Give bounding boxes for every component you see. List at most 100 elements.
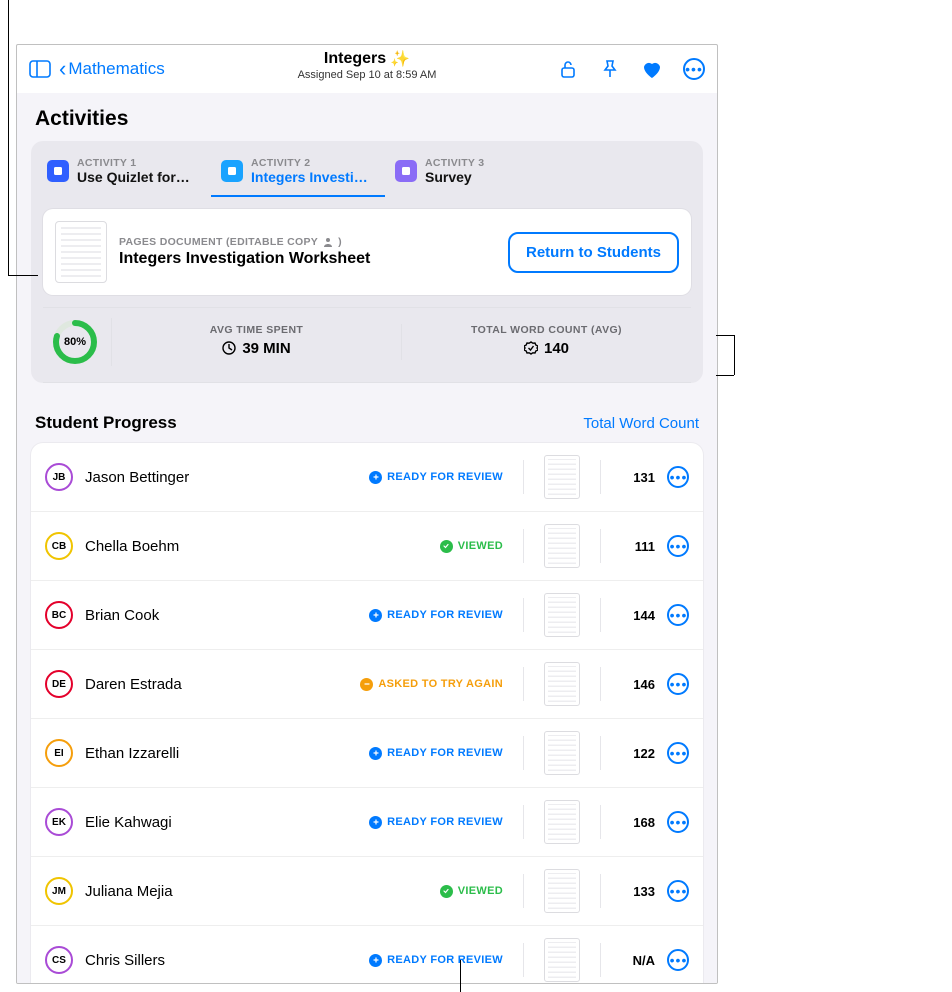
student-name: Daren Estrada [85,676,348,693]
activity-tab-3[interactable]: ACTIVITY 3 Survey [385,151,559,197]
page-title: Integers [324,50,386,68]
submission-thumbnail-icon[interactable] [544,455,580,499]
summary-stats: 80% AVG TIME SPENT 39 MIN TOTAL WORD COU… [43,307,691,383]
submission-thumbnail-icon[interactable] [544,593,580,637]
word-count: 131 [621,470,655,485]
submission-thumbnail-icon[interactable] [544,800,580,844]
student-name: Jason Bettinger [85,469,357,486]
student-row[interactable]: JB Jason Bettinger READY FOR REVIEW 131 … [31,443,703,512]
status-dot-icon [369,747,382,760]
student-row[interactable]: DE Daren Estrada ASKED TO TRY AGAIN 146 … [31,650,703,719]
status-dot-icon [369,816,382,829]
activities-heading: Activities [17,93,717,141]
word-count: N/A [621,953,655,968]
submission-status: ASKED TO TRY AGAIN [360,678,503,691]
status-dot-icon [369,609,382,622]
student-name: Brian Cook [85,607,357,624]
submission-thumbnail-icon[interactable] [544,731,580,775]
document-header: PAGES DOCUMENT (EDITABLE COPY ) Integers… [43,209,691,295]
submission-status: READY FOR REVIEW [369,954,503,967]
status-dot-icon [440,540,453,553]
word-count: 168 [621,815,655,830]
document-type-label: PAGES DOCUMENT (EDITABLE COPY [119,236,318,248]
row-more-button[interactable]: ••• [667,673,689,695]
student-name: Elie Kahwagi [85,814,357,831]
row-more-button[interactable]: ••• [667,742,689,764]
activity-tab-2[interactable]: ACTIVITY 2 Integers Investi… [211,151,385,197]
submission-status: READY FOR REVIEW [369,816,503,829]
quizlet-icon [47,160,69,182]
shared-icon [322,236,334,248]
row-more-button[interactable]: ••• [667,811,689,833]
row-more-button[interactable]: ••• [667,604,689,626]
sort-link[interactable]: Total Word Count [583,415,699,432]
student-name: Juliana Mejia [85,883,428,900]
submission-thumbnail-icon[interactable] [544,524,580,568]
student-progress-heading: Student Progress [35,413,177,433]
student-row[interactable]: CB Chella Boehm VIEWED 111 ••• [31,512,703,581]
submission-thumbnail-icon[interactable] [544,938,580,982]
student-row[interactable]: BC Brian Cook READY FOR REVIEW 144 ••• [31,581,703,650]
student-row[interactable]: JM Juliana Mejia VIEWED 133 ••• [31,857,703,926]
submission-status: READY FOR REVIEW [369,747,503,760]
word-count: 146 [621,677,655,692]
document-title: Integers Investigation Worksheet [119,250,370,268]
status-label: ASKED TO TRY AGAIN [378,678,503,690]
row-more-button[interactable]: ••• [667,880,689,902]
activity-eyebrow: ACTIVITY 1 [77,157,190,169]
submission-thumbnail-icon[interactable] [544,662,580,706]
activity-tab-1[interactable]: ACTIVITY 1 Use Quizlet for… [37,151,211,197]
progress-ring: 80% [51,318,99,366]
student-avatar: CS [45,946,73,974]
activity-label: Integers Investi… [251,169,368,185]
student-name: Chella Boehm [85,538,428,555]
status-dot-icon [369,471,382,484]
document-thumbnail-icon[interactable] [55,221,107,283]
survey-icon [395,160,417,182]
student-avatar: DE [45,670,73,698]
word-count-label: TOTAL WORD COUNT (AVG) [410,324,683,336]
sparkle-icon: ✨ [390,49,410,69]
word-count: 122 [621,746,655,761]
top-nav-bar: ‹ Mathematics Integers ✨ Assigned Sep 10… [17,45,717,93]
row-more-button[interactable]: ••• [667,466,689,488]
badge-check-icon [524,341,538,355]
back-button[interactable]: ‹ Mathematics [59,58,165,80]
word-count: 144 [621,608,655,623]
chevron-left-icon: ‹ [59,58,66,80]
student-row[interactable]: CS Chris Sillers READY FOR REVIEW N/A ••… [31,926,703,983]
return-to-students-button[interactable]: Return to Students [508,232,679,273]
activity-eyebrow: ACTIVITY 3 [425,157,484,169]
row-more-button[interactable]: ••• [667,949,689,971]
status-label: VIEWED [458,885,503,897]
student-name: Ethan Izzarelli [85,745,357,762]
heart-icon[interactable] [641,58,663,80]
student-list: JB Jason Bettinger READY FOR REVIEW 131 … [31,443,703,983]
student-row[interactable]: EK Elie Kahwagi READY FOR REVIEW 168 ••• [31,788,703,857]
back-label: Mathematics [68,59,164,79]
submission-status: READY FOR REVIEW [369,609,503,622]
status-label: READY FOR REVIEW [387,471,503,483]
row-more-button[interactable]: ••• [667,535,689,557]
student-avatar: EK [45,808,73,836]
pin-icon[interactable] [599,58,621,80]
status-label: READY FOR REVIEW [387,954,503,966]
submission-status: READY FOR REVIEW [369,471,503,484]
student-avatar: EI [45,739,73,767]
status-label: READY FOR REVIEW [387,816,503,828]
student-name: Chris Sillers [85,952,357,969]
status-dot-icon [440,885,453,898]
pages-icon [221,160,243,182]
more-menu-icon[interactable]: ••• [683,58,705,80]
submission-thumbnail-icon[interactable] [544,869,580,913]
lock-open-icon[interactable] [557,58,579,80]
student-row[interactable]: EI Ethan Izzarelli READY FOR REVIEW 122 … [31,719,703,788]
submission-status: VIEWED [440,540,503,553]
activity-label: Survey [425,169,484,185]
clock-icon [222,341,236,355]
sidebar-toggle-icon[interactable] [29,60,51,78]
progress-percent: 80% [51,318,99,366]
status-label: READY FOR REVIEW [387,609,503,621]
status-dot-icon [369,954,382,967]
word-count: 111 [621,539,655,554]
